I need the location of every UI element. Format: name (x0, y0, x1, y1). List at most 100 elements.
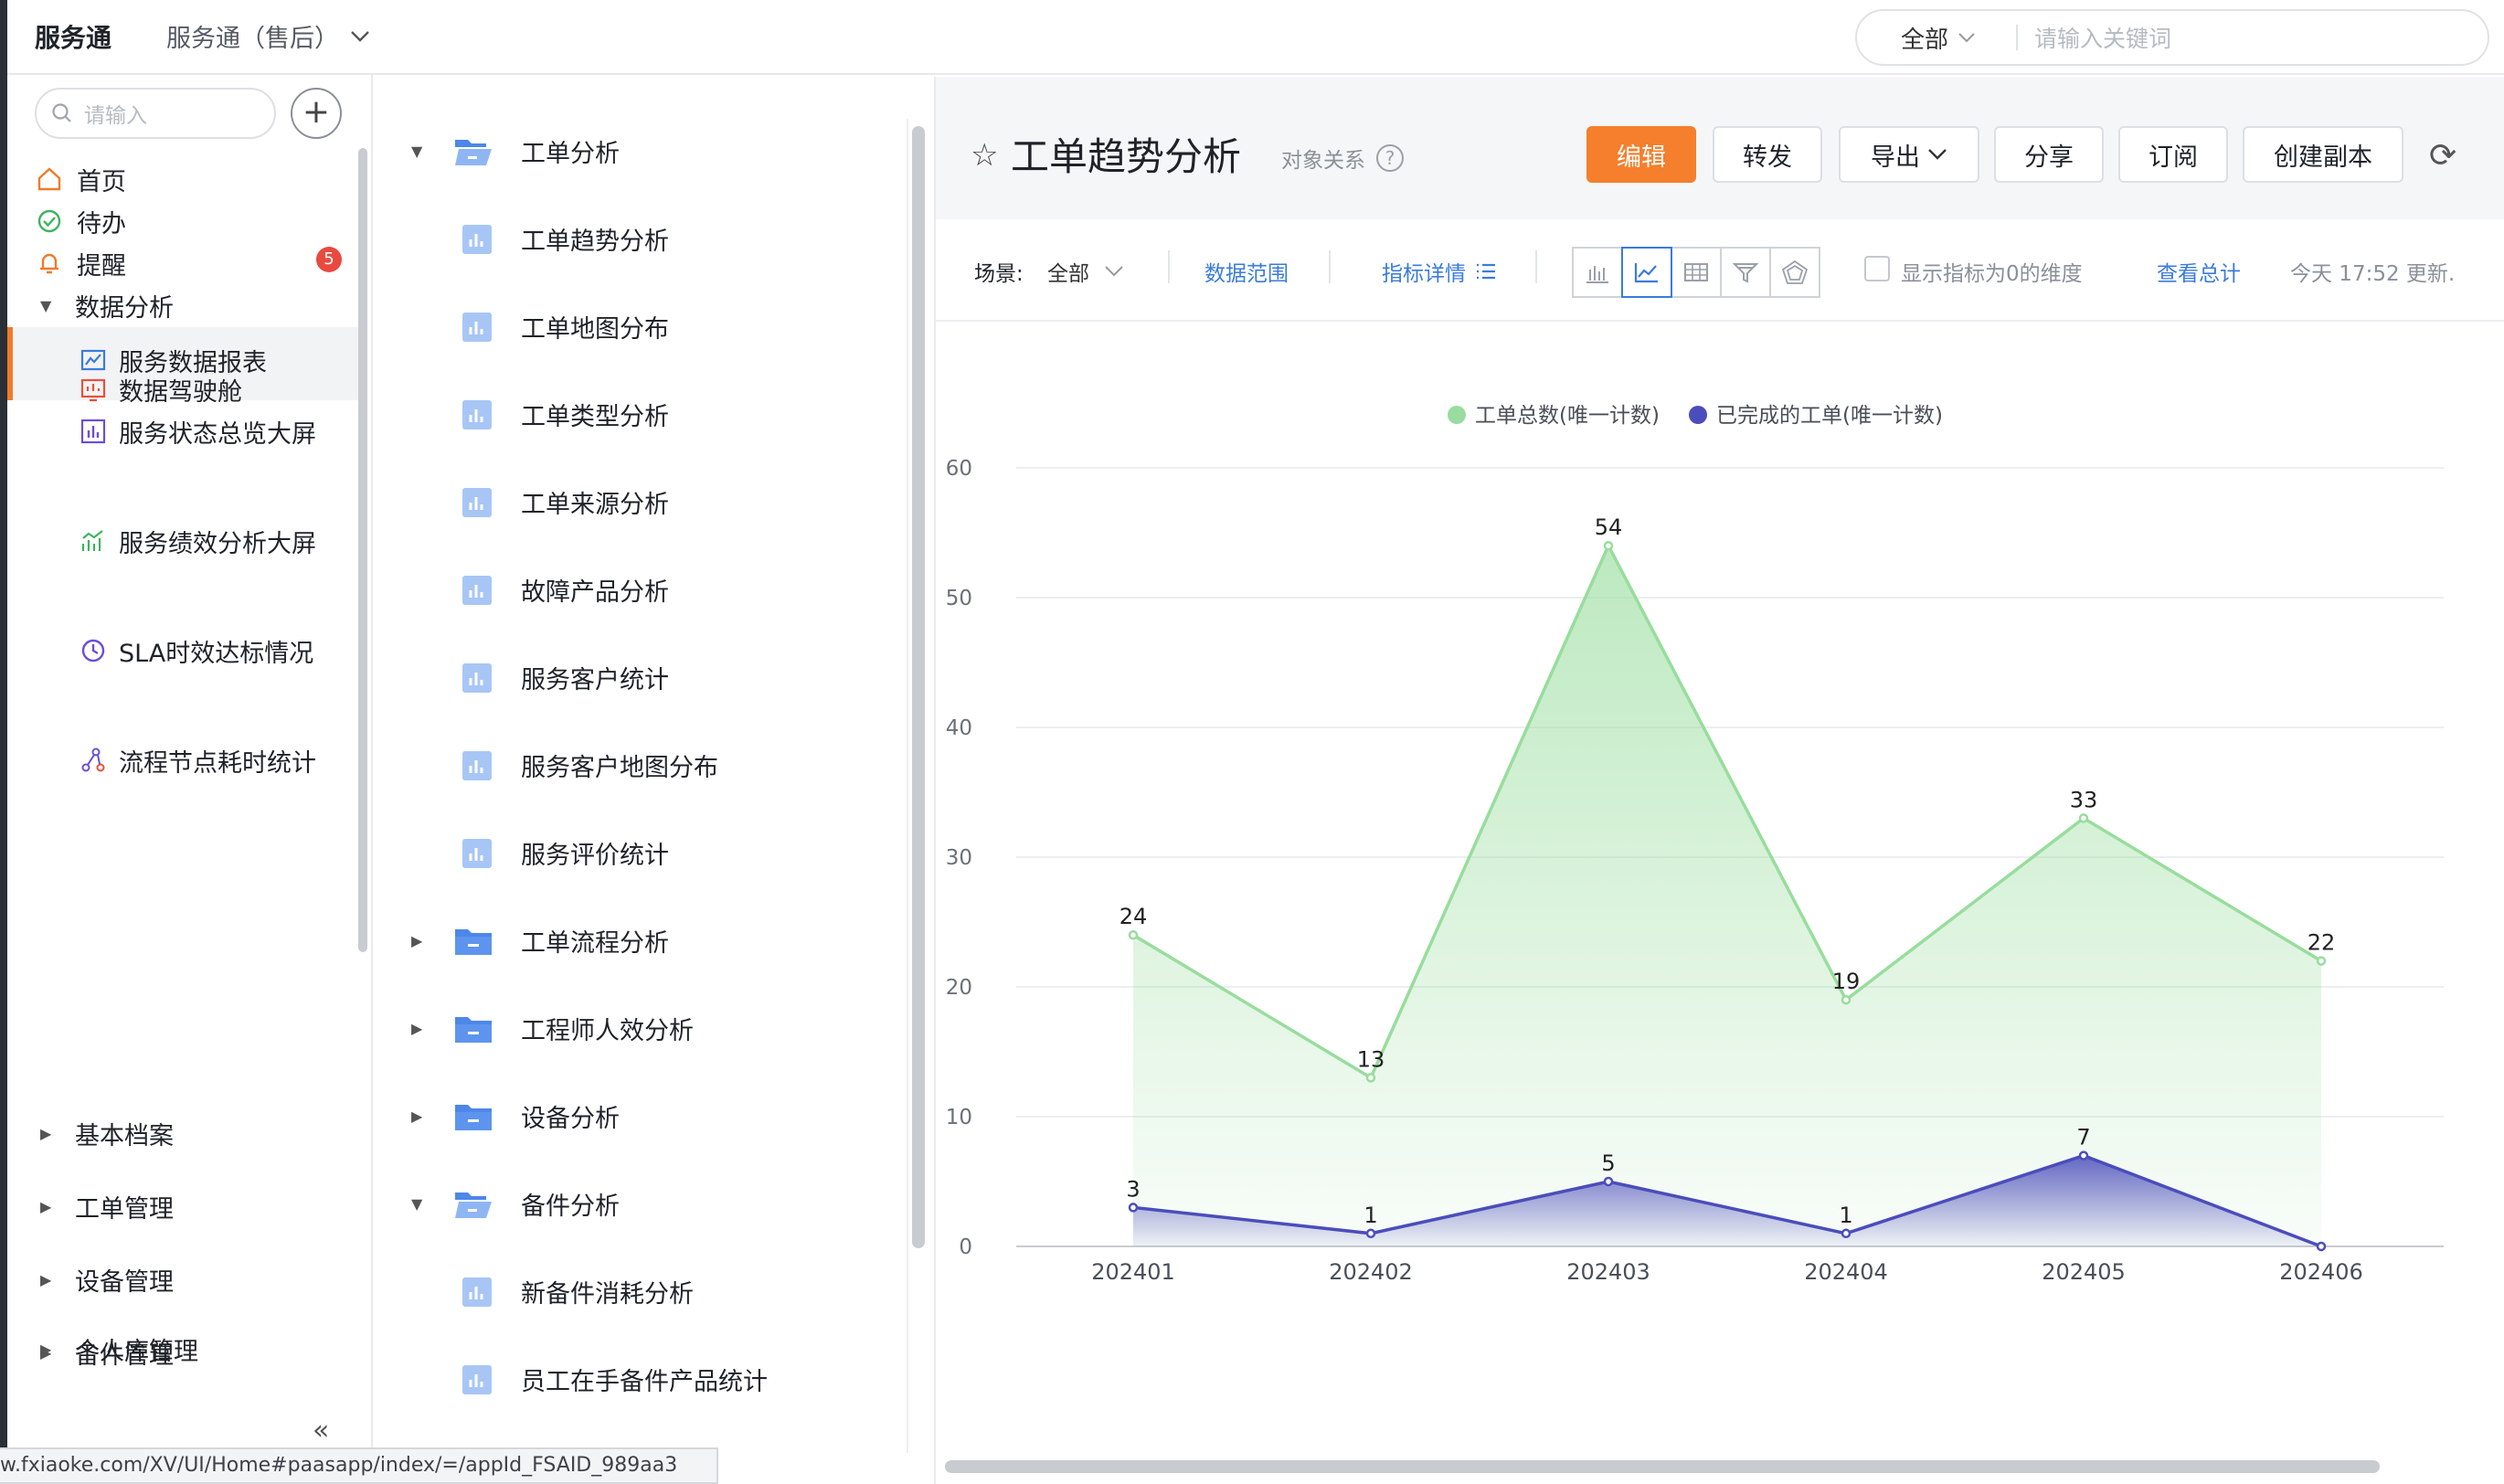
object-relation-link[interactable]: 对象关系 ? (1281, 143, 1404, 174)
tree-node-label: 备件分析 (521, 1192, 620, 1221)
tree-scrollbar[interactable] (912, 126, 925, 1248)
x-tick-label: 202406 (2279, 1259, 2363, 1285)
data-label: 13 (1357, 1046, 1385, 1072)
data-label: 33 (2070, 787, 2098, 812)
caret-down-icon[interactable]: ▼ (411, 1195, 431, 1213)
report-icon (462, 1364, 492, 1394)
nav-item-cockpit[interactable]: 数据驾驶舱 (7, 375, 366, 411)
filter-bar: 场景: 全部 数据范围 指标详情 显示指标为0的维度 查看总计 今天 17:52… (936, 219, 2504, 322)
bell-icon (35, 249, 64, 278)
tree-report-item[interactable]: 服务客户地图分布 (462, 747, 718, 783)
data-range-link[interactable]: 数据范围 (1204, 256, 1289, 287)
nav-item-reminder[interactable]: 提醒 (7, 249, 366, 285)
nav-item-performance-screen[interactable]: 服务绩效分析大屏 (7, 526, 318, 563)
nav-item-label: 个人库管理 (75, 1338, 198, 1366)
left-nav-scrollbar[interactable] (358, 148, 367, 952)
clock-icon (79, 636, 108, 665)
tree-report-item[interactable]: 新备件消耗分析 (462, 1274, 694, 1309)
search-input[interactable]: 请输入关键词 (2034, 21, 2171, 54)
legend-label: 已完成的工单(唯一计数) (1716, 404, 1943, 428)
nav-group-personal-stock[interactable]: ▶ 个人库管理 (7, 1334, 366, 1371)
show-zero-checkbox[interactable] (1864, 256, 1890, 281)
tree-node-label: 员工在手备件产品统计 (521, 1368, 768, 1396)
chevron-down-icon (1928, 149, 1947, 160)
search-scope-select[interactable]: 全部 (1857, 25, 2018, 54)
tree-report-item[interactable]: 服务评价统计 (462, 835, 669, 871)
caret-right-icon[interactable]: ▶ (411, 1108, 431, 1125)
metric-detail-link[interactable]: 指标详情 (1382, 256, 1497, 287)
app-switcher[interactable]: 服务通（售后） (166, 18, 370, 54)
tree-node-label: 新备件消耗分析 (521, 1280, 694, 1309)
tree-folder[interactable]: ▼ 工单分析 (411, 133, 620, 169)
x-tick-label: 202403 (1566, 1259, 1650, 1285)
export-button[interactable]: 导出 (1839, 126, 1979, 183)
nav-group-device[interactable]: ▶ 设备管理 (7, 1265, 366, 1301)
table-type-button[interactable] (1671, 247, 1722, 298)
tree-report-item[interactable]: 工单地图分布 (462, 309, 669, 344)
subscribe-button[interactable]: 订阅 (2118, 126, 2228, 183)
nav-item-label: SLA时效达标情况 (119, 640, 314, 668)
tree-report-item[interactable]: 工单来源分析 (462, 484, 669, 520)
line-chart-type-button[interactable] (1621, 247, 1672, 298)
chart-horizontal-scrollbar[interactable] (945, 1460, 2380, 1473)
y-tick-label: 60 (946, 457, 972, 481)
scene-value: 全部 (1047, 262, 1089, 286)
nav-item-home[interactable]: 首页 (7, 164, 366, 201)
trend-screen-icon (79, 526, 108, 556)
global-search[interactable]: 全部 请输入关键词 (1855, 9, 2489, 66)
tree-folder[interactable]: ▼ 备件分析 (411, 1186, 620, 1222)
collapse-sidebar-icon[interactable]: « (313, 1415, 329, 1447)
tree-report-item[interactable]: 故障产品分析 (462, 572, 669, 608)
tree-folder[interactable]: ▶ 设备分析 (411, 1098, 620, 1134)
search-icon (52, 103, 71, 122)
nav-group-workorder[interactable]: ▶ 工单管理 (7, 1192, 366, 1228)
data-point (1603, 1176, 1614, 1187)
radar-type-button[interactable] (1769, 247, 1820, 298)
tree-folder[interactable]: ▶ 工单流程分析 (411, 923, 669, 959)
trend-chart: 0 10 20 30 40 50 60 202401 202402 202403 202404 202… (946, 404, 2444, 1285)
forward-button[interactable]: 转发 (1713, 126, 1822, 183)
nav-item-status-screen[interactable]: 服务状态总览大屏 (7, 417, 318, 453)
nav-item-label: 数据驾驶舱 (119, 378, 242, 407)
nav-search-input[interactable]: 请输入 (35, 88, 276, 139)
scene-select[interactable]: 全部 (1047, 256, 1124, 287)
data-label: 7 (2076, 1125, 2090, 1150)
folder-open-icon (455, 1192, 492, 1218)
caret-down-icon[interactable]: ▼ (411, 143, 431, 160)
caret-right-icon[interactable]: ▶ (411, 932, 431, 949)
funnel-icon (1732, 263, 1759, 283)
data-label: 24 (1119, 904, 1148, 929)
nav-group-data-analysis[interactable]: ▼ 数据分析 (7, 291, 366, 327)
share-button[interactable]: 分享 (1994, 126, 2104, 183)
legend-marker (1689, 406, 1707, 424)
y-tick-label: 0 (959, 1235, 972, 1259)
tree-report-item[interactable]: 工单趋势分析 (462, 221, 669, 257)
tree-folder[interactable]: ▶ 工程师人效分析 (411, 1011, 694, 1046)
caret-right-icon[interactable]: ▶ (411, 1020, 431, 1037)
tree-report-item[interactable]: 服务客户统计 (462, 660, 669, 695)
edit-button[interactable]: 编辑 (1586, 126, 1696, 183)
tree-report-item[interactable]: 员工在手备件产品统计 (462, 1362, 768, 1397)
star-icon[interactable]: ☆ (971, 137, 998, 174)
bar-chart-type-button[interactable] (1572, 247, 1623, 298)
nav-item-sla[interactable]: SLA时效达标情况 (7, 636, 318, 673)
nav-item-todo[interactable]: 待办 (7, 207, 366, 243)
data-label: 22 (2308, 930, 2336, 956)
nav-item-flow-node[interactable]: 流程节点耗时统计 (7, 746, 318, 782)
trend-chart-area: 0 10 20 30 40 50 60 202401 202402 202403 202404 202… (936, 323, 2504, 1457)
data-point (1365, 1228, 1376, 1239)
view-total-link[interactable]: 查看总计 (2157, 256, 2241, 287)
tree-report-item[interactable]: 工单类型分析 (462, 397, 669, 432)
help-icon[interactable]: ? (1376, 144, 1404, 172)
funnel-type-button[interactable] (1720, 247, 1771, 298)
x-tick-label: 202402 (1329, 1259, 1413, 1285)
nav-group-basic-archive[interactable]: ▶ 基本档案 (7, 1118, 366, 1155)
legend-marker (1448, 406, 1466, 424)
data-label: 54 (1595, 514, 1623, 540)
add-button[interactable]: + (291, 88, 342, 139)
refresh-icon[interactable]: ⟳ (2429, 137, 2456, 175)
create-copy-button[interactable]: 创建副本 (2243, 126, 2403, 183)
data-point (2316, 956, 2327, 966)
chevron-down-icon (1958, 33, 1975, 43)
data-point (1603, 540, 1614, 551)
